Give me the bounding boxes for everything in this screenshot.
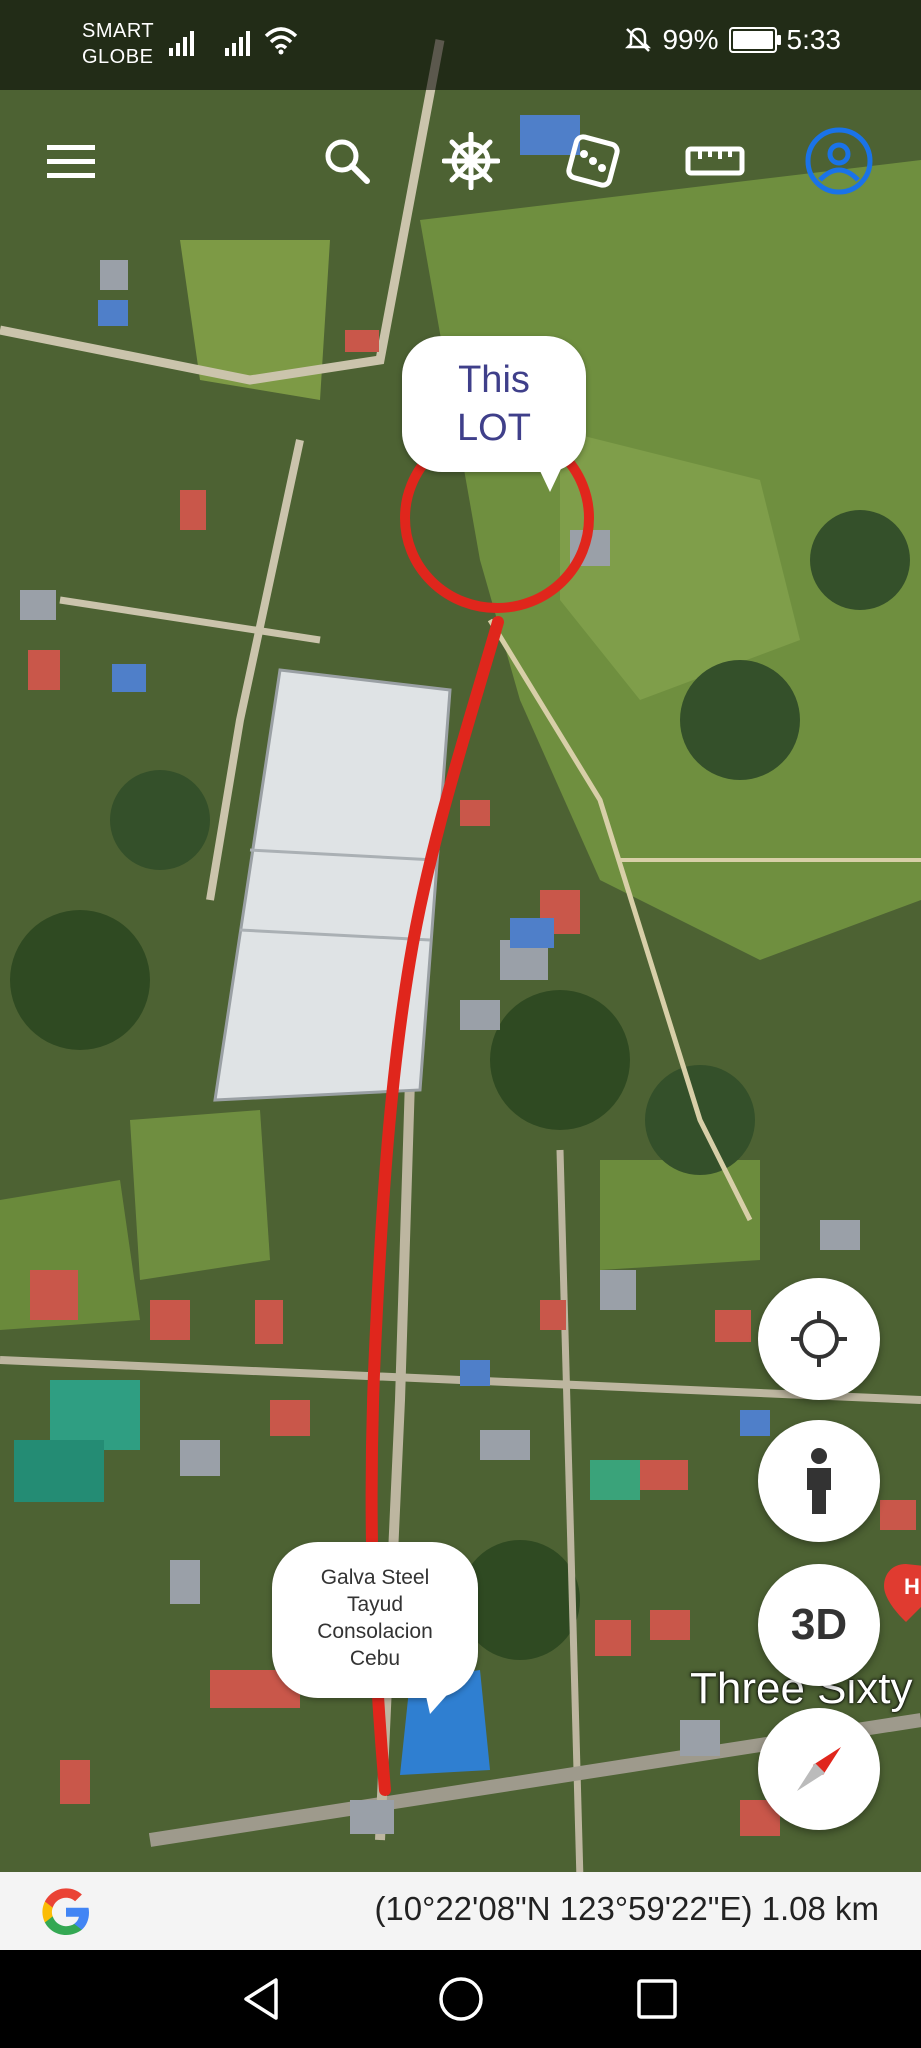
callout-galva-steel: Galva Steel Tayud Consolacion Cebu: [272, 1542, 478, 1714]
crosshair-icon: [791, 1311, 847, 1367]
callout-tail: [532, 454, 568, 492]
map-toolbar: [0, 100, 921, 224]
callout-galva-line-4: Cebu: [349, 1647, 401, 1670]
back-icon[interactable]: [238, 1974, 288, 2024]
bell-off-icon: [625, 27, 652, 52]
battery-percent: 99%: [662, 24, 719, 55]
callout-galva-line-2: Tayud: [346, 1593, 404, 1616]
voyager-icon: [442, 132, 500, 190]
signal-icon: [169, 31, 194, 56]
google-logo-icon: [42, 1888, 89, 1935]
3d-toggle-button[interactable]: 3D: [758, 1564, 880, 1686]
measure-button[interactable]: [680, 126, 750, 196]
callout-galva-line-3: Consolacion: [317, 1620, 433, 1643]
compass-button[interactable]: [758, 1708, 880, 1830]
callout-this-lot: This LOT: [402, 336, 586, 492]
search-icon: [325, 139, 370, 184]
callout-lot-line-2: LOT: [457, 407, 531, 449]
ruler-icon: [685, 146, 745, 176]
account-icon: [805, 127, 873, 195]
menu-icon: [47, 145, 95, 178]
callout-lot-line-1: This: [458, 359, 530, 401]
place-pin-icon[interactable]: H: [884, 1564, 921, 1624]
battery-icon: [728, 27, 781, 53]
home-icon[interactable]: [436, 1974, 486, 2024]
3d-label: 3D: [790, 1600, 848, 1649]
search-button[interactable]: [312, 126, 382, 196]
voyager-button[interactable]: [436, 126, 506, 196]
my-location-button[interactable]: [758, 1278, 880, 1400]
recents-icon[interactable]: [632, 1974, 682, 2024]
info-bar: (10°22'08"N 123°59'22"E) 1.08 km: [0, 1872, 921, 1950]
wifi-icon: [264, 27, 298, 55]
account-button[interactable]: [804, 126, 874, 196]
carrier-line-2: GLOBE: [82, 46, 154, 68]
compass-icon: [797, 1747, 841, 1791]
svg-text:H: H: [904, 1574, 920, 1599]
feeling-lucky-button[interactable]: [558, 126, 628, 196]
carrier-line-1: SMART: [82, 20, 155, 42]
carrier-label: SMART GLOBE: [82, 18, 154, 70]
pegman-icon: [807, 1448, 831, 1514]
street-view-button[interactable]: [758, 1420, 880, 1542]
dice-icon: [566, 134, 620, 188]
status-bar: SMART GLOBE 99% 5:33: [0, 0, 921, 90]
callout-galva-line-1: Galva Steel: [320, 1566, 430, 1589]
status-right: 99% 5:33: [624, 24, 841, 56]
system-nav-bar: [0, 1950, 921, 2048]
callout-tail: [422, 1678, 462, 1714]
coordinates-readout: (10°22'08"N 123°59'22"E) 1.08 km: [374, 1890, 879, 1927]
satellite-map[interactable]: This LOT Galva Steel Tayud Consolacion C…: [0, 0, 921, 1872]
clock: 5:33: [786, 24, 842, 55]
signal-icon: [225, 31, 250, 56]
menu-button[interactable]: [36, 126, 106, 196]
